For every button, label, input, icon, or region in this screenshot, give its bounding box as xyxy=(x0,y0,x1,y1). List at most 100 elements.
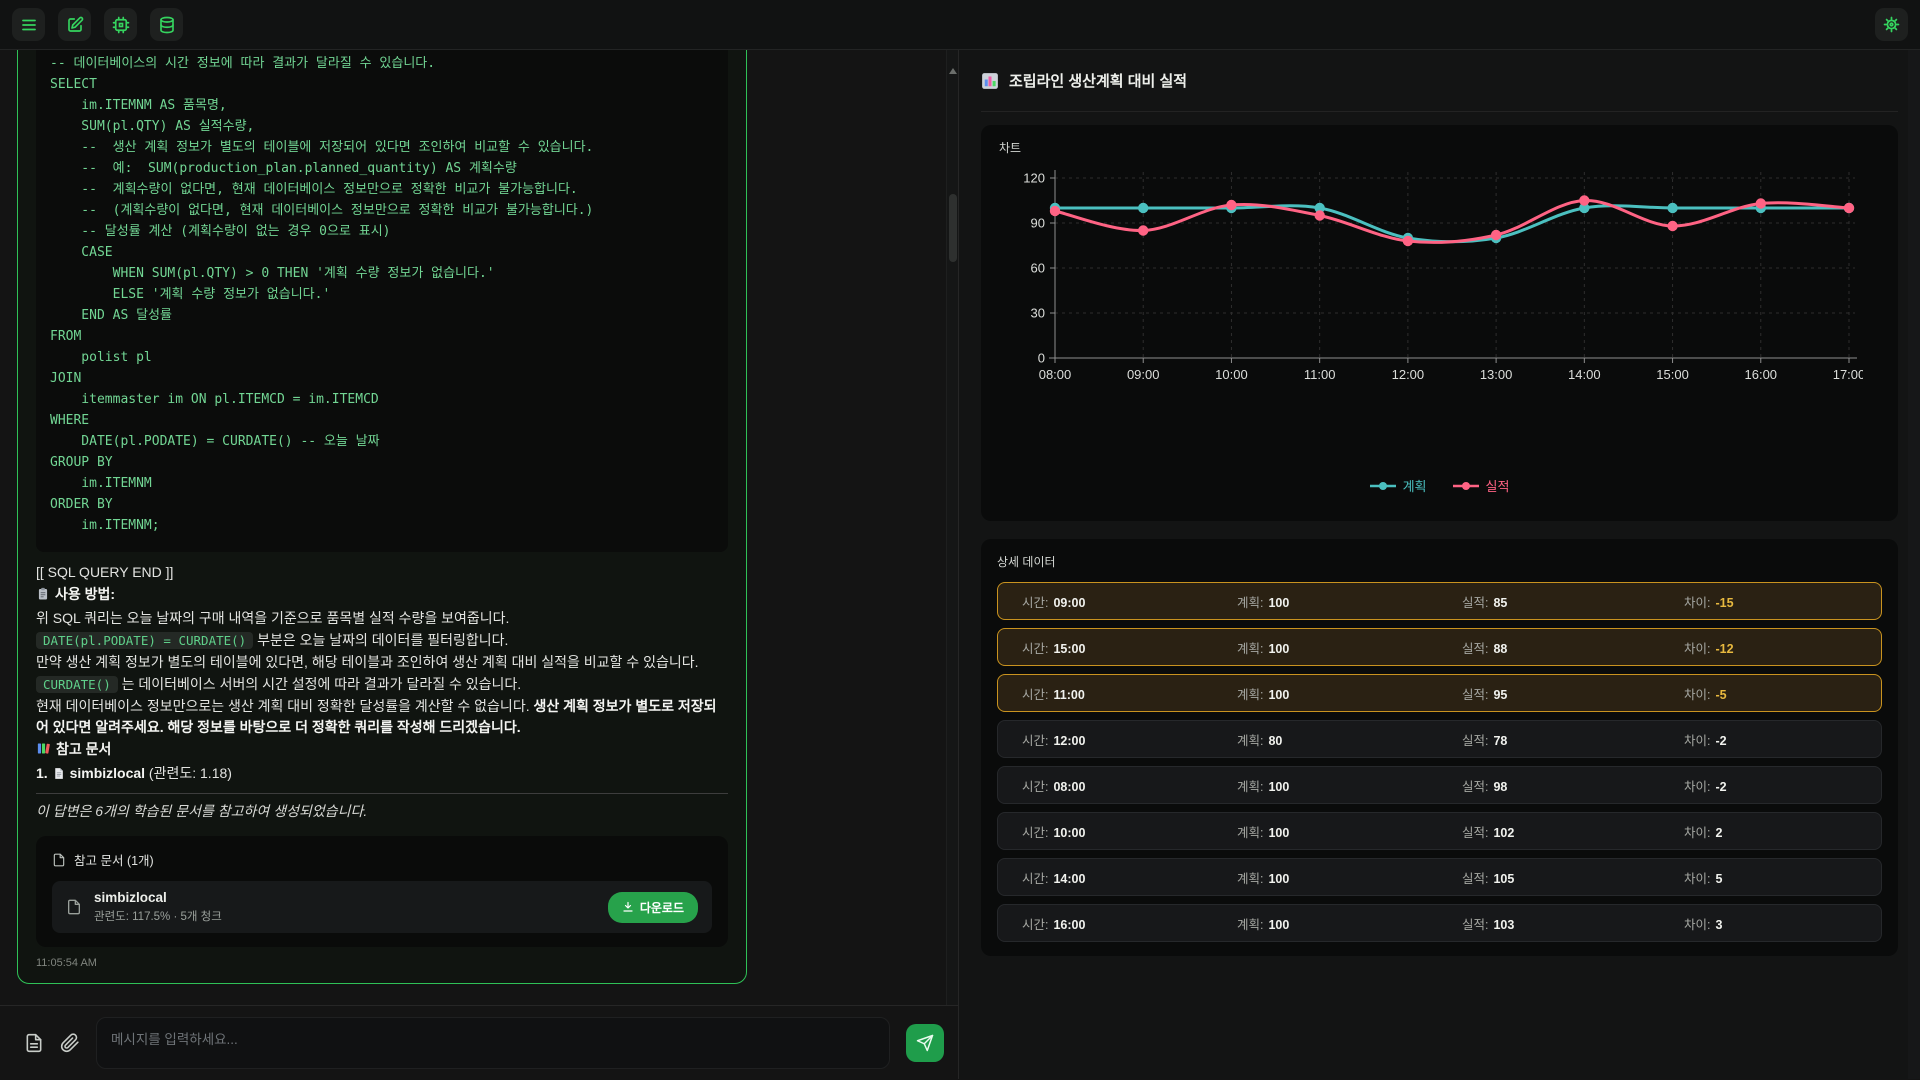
attach-paperclip-icon[interactable] xyxy=(60,1033,80,1053)
reference-title: simbizlocal xyxy=(94,890,596,905)
message-timestamp: 11:05:54 AM xyxy=(36,957,728,969)
table-row[interactable]: 시간:11:00계획:100실적:95차이:-5 xyxy=(997,674,1882,712)
message-paragraph: 참고 문서 xyxy=(36,739,728,762)
file-icon[interactable] xyxy=(24,1033,44,1053)
legend-item-계획[interactable]: 계획 xyxy=(1370,476,1427,495)
dashboard-panel: 조립라인 생산계획 대비 실적 차트 030609012008:0009:001… xyxy=(959,50,1920,1079)
chart-card-label: 차트 xyxy=(999,139,1880,156)
database-button[interactable] xyxy=(150,8,183,41)
table-row[interactable]: 시간:15:00계획:100실적:88차이:-12 xyxy=(997,628,1882,666)
chart-legend: 계획 실적 xyxy=(999,476,1880,495)
svg-text:17:00: 17:00 xyxy=(1833,367,1863,382)
menu-button[interactable] xyxy=(12,8,45,41)
cell-diff: 차이:-2 xyxy=(1684,730,1881,749)
cell-plan: 계획:80 xyxy=(1237,730,1462,749)
right-panel-scrollbar[interactable] xyxy=(1908,50,1920,1079)
download-button[interactable]: 다운로드 xyxy=(608,892,698,923)
cell-time: 시간:14:00 xyxy=(1022,868,1237,887)
cell-actual: 실적:103 xyxy=(1462,914,1684,933)
table-row[interactable]: 시간:09:00계획:100실적:85차이:-15 xyxy=(997,582,1882,620)
document-icon xyxy=(52,853,66,867)
bar-chart-icon xyxy=(981,72,999,90)
compose-button[interactable] xyxy=(58,8,91,41)
cell-time: 시간:11:00 xyxy=(1022,684,1237,703)
cell-plan: 계획:100 xyxy=(1237,822,1462,841)
sql-code-block[interactable]: -- 데이터베이스의 시간 정보에 따라 결과가 달라질 수 있습니다. SEL… xyxy=(36,50,728,552)
reference-document-item[interactable]: simbizlocal관련도: 117.5% · 5개 청크다운로드 xyxy=(52,881,712,933)
legend-item-실적[interactable]: 실적 xyxy=(1453,476,1510,495)
chat-panel: -- 데이터베이스의 시간 정보에 따라 결과가 달라질 수 있습니다. SEL… xyxy=(0,50,959,1079)
hamburger-icon xyxy=(20,16,38,34)
cell-actual: 실적:78 xyxy=(1462,730,1684,749)
detail-card-label: 상세 데이터 xyxy=(997,553,1882,570)
cell-diff: 차이:5 xyxy=(1684,868,1881,887)
detail-data-card: 상세 데이터 시간:09:00계획:100실적:85차이:-15 시간:15:00… xyxy=(981,539,1898,956)
inline-code: DATE(pl.PODATE) = CURDATE() xyxy=(36,632,253,649)
table-row[interactable]: 시간:16:00계획:100실적:103차이:3 xyxy=(997,904,1882,942)
cell-plan: 계획:100 xyxy=(1237,638,1462,657)
edit-icon xyxy=(66,16,84,34)
message-paragraph: DATE(pl.PODATE) = CURDATE() 부분은 오늘 날짜의 데… xyxy=(36,630,728,651)
database-icon xyxy=(158,16,176,34)
legend-marker-icon xyxy=(1453,481,1479,491)
cell-time: 시간:08:00 xyxy=(1022,776,1237,795)
scrollbar-thumb[interactable] xyxy=(949,194,957,262)
message-paragraph: 사용 방법: xyxy=(36,584,728,607)
cell-actual: 실적:98 xyxy=(1462,776,1684,795)
cell-plan: 계획:100 xyxy=(1237,868,1462,887)
cell-time: 시간:12:00 xyxy=(1022,730,1237,749)
svg-text:0: 0 xyxy=(1038,351,1045,366)
cell-time: 시간:16:00 xyxy=(1022,914,1237,933)
app-window: -- 데이터베이스의 시간 정보에 따라 결과가 달라질 수 있습니다. SEL… xyxy=(0,0,1920,1080)
legend-label: 실적 xyxy=(1486,476,1510,495)
cell-diff: 차이:2 xyxy=(1684,822,1881,841)
table-row[interactable]: 시간:08:00계획:100실적:98차이:-2 xyxy=(997,766,1882,804)
svg-text:11:00: 11:00 xyxy=(1304,367,1336,382)
message-paragraph: 위 SQL 쿼리는 오늘 날짜의 구매 내역을 기준으로 품목별 실적 수량을 … xyxy=(36,608,728,629)
settings-button[interactable] xyxy=(1875,8,1908,41)
books-icon xyxy=(36,741,51,762)
cell-time: 시간:09:00 xyxy=(1022,592,1237,611)
scroll-up-arrow-icon[interactable] xyxy=(949,68,957,74)
cell-actual: 실적:85 xyxy=(1462,592,1684,611)
download-icon xyxy=(622,901,634,913)
table-row[interactable]: 시간:12:00계획:80실적:78차이:-2 xyxy=(997,720,1882,758)
svg-text:30: 30 xyxy=(1031,306,1045,321)
dashboard-title: 조립라인 생산계획 대비 실적 xyxy=(1009,70,1187,91)
document-icon xyxy=(66,897,82,917)
detail-rows: 시간:09:00계획:100실적:85차이:-15시간:15:00계획:100실… xyxy=(997,582,1882,942)
message-divider xyxy=(36,793,728,794)
send-plane-icon xyxy=(916,1034,934,1052)
references-card: 참고 문서 (1개) simbizlocal관련도: 117.5% · 5개 청… xyxy=(36,836,728,947)
table-row[interactable]: 시간:14:00계획:100실적:105차이:5 xyxy=(997,858,1882,896)
top-toolbar xyxy=(0,0,1920,50)
cell-time: 시간:15:00 xyxy=(1022,638,1237,657)
send-button[interactable] xyxy=(906,1024,944,1062)
svg-text:16:00: 16:00 xyxy=(1745,367,1778,382)
table-row[interactable]: 시간:10:00계획:100실적:102차이:2 xyxy=(997,812,1882,850)
legend-marker-icon xyxy=(1370,481,1396,491)
svg-text:120: 120 xyxy=(1023,171,1045,186)
cell-diff: 차이:-2 xyxy=(1684,776,1881,795)
chat-scrollbar[interactable] xyxy=(946,50,958,1005)
message-paragraph: CURDATE() 는 데이터베이스 서버의 시간 설정에 따라 결과가 달라질… xyxy=(36,674,728,695)
message-paragraph: 1. simbizlocal (관련도: 1.18) xyxy=(36,763,728,786)
references-list: simbizlocal관련도: 117.5% · 5개 청크다운로드 xyxy=(52,881,712,933)
message-body: 사용 방법:위 SQL 쿼리는 오늘 날짜의 구매 내역을 기준으로 품목별 실… xyxy=(36,584,728,786)
cell-actual: 실적:88 xyxy=(1462,638,1684,657)
plan-vs-actual-line-chart[interactable]: 030609012008:0009:0010:0011:0012:0013:00… xyxy=(999,164,1863,388)
cell-actual: 실적:105 xyxy=(1462,868,1684,887)
clipboard-icon xyxy=(36,586,50,607)
message-paragraph: 현재 데이터베이스 정보만으로는 생산 계획 대비 정확한 달성률을 계산할 수… xyxy=(36,696,728,738)
legend-label: 계획 xyxy=(1403,476,1427,495)
svg-text:90: 90 xyxy=(1031,216,1045,231)
chart-card: 차트 030609012008:0009:0010:0011:0012:0013… xyxy=(981,125,1898,521)
svg-text:08:00: 08:00 xyxy=(1039,367,1072,382)
cell-diff: 차이:-5 xyxy=(1684,684,1881,703)
download-label: 다운로드 xyxy=(640,899,684,916)
chat-messages-area[interactable]: -- 데이터베이스의 시간 정보에 따라 결과가 달라질 수 있습니다. SEL… xyxy=(0,50,958,1005)
references-card-header: 참고 문서 (1개) xyxy=(52,850,712,869)
svg-text:13:00: 13:00 xyxy=(1480,367,1513,382)
message-input[interactable] xyxy=(96,1017,890,1069)
cpu-button[interactable] xyxy=(104,8,137,41)
